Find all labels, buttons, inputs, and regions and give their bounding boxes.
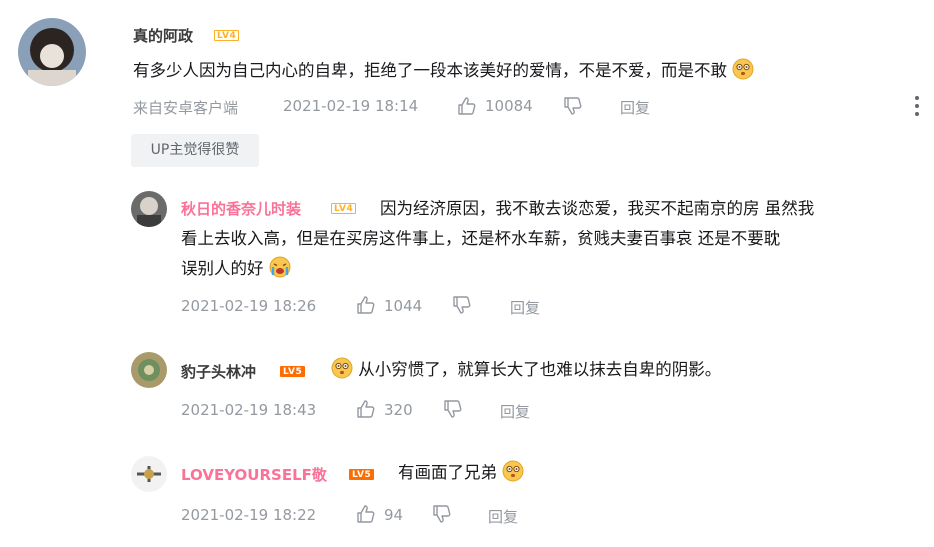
level-badge: LV5 [280, 366, 306, 377]
reply-text: 有画面了兄弟 [398, 458, 524, 487]
avatar-image [131, 191, 167, 227]
reply-time: 2021-02-19 18:26 [181, 297, 317, 315]
avatar[interactable] [131, 191, 167, 227]
thumb-down-icon[interactable] [563, 96, 583, 116]
avatar-image [131, 352, 167, 388]
reply-text-line-1: 因为经济原因，我不敢去谈恋爱，我买不起南京的房 虽然我 [380, 199, 815, 218]
thumb-up-icon[interactable] [356, 504, 376, 524]
reply-text-content: 有画面了兄弟 [398, 463, 497, 482]
username[interactable]: LOVEYOURSELF敬 [181, 464, 327, 485]
reply-text-line-2: 看上去收入高，但是在买房这件事上，还是杯水车薪，贫贱夫妻百事哀 还是不要耽 [181, 229, 781, 248]
reply-text-line-3: 误别人的好 [181, 254, 291, 283]
avatar-image [18, 18, 86, 86]
thumb-down-icon[interactable] [452, 295, 472, 315]
thumb-down-icon[interactable] [443, 399, 463, 419]
reply-time: 2021-02-19 18:43 [181, 401, 317, 419]
like-count: 1044 [384, 297, 423, 315]
emoji-crying-icon [269, 256, 291, 278]
comment-time: 2021-02-19 18:14 [283, 97, 419, 115]
level-badge: LV5 [349, 469, 375, 480]
like-count: 94 [384, 506, 404, 524]
reply-button[interactable]: 回复 [488, 506, 518, 527]
more-icon[interactable] [912, 96, 922, 120]
avatar-image [131, 456, 167, 492]
like-count: 320 [384, 401, 413, 419]
comment-section: 真的阿政 LV4 有多少人因为自己内心的自卑，拒绝了一段本该美好的爱情，不是不爱… [0, 0, 934, 547]
username[interactable]: 真的阿政 [133, 25, 193, 46]
like-count: 10084 [485, 97, 533, 115]
reply-text-content: 从小穷惯了，就算长大了也难以抹去自卑的阴影。 [358, 360, 722, 379]
reply-button[interactable]: 回复 [500, 401, 530, 422]
avatar[interactable] [131, 456, 167, 492]
reply-text: 从小穷惯了，就算长大了也难以抹去自卑的阴影。 [331, 355, 721, 384]
username[interactable]: 豹子头林冲 [181, 361, 256, 382]
level-badge: LV4 [331, 203, 357, 214]
level-badge: LV4 [214, 30, 240, 41]
thumb-up-icon[interactable] [356, 295, 376, 315]
username[interactable]: 秋日的香奈儿时装 [181, 198, 301, 219]
avatar[interactable] [131, 352, 167, 388]
emoji-dazed-icon [732, 58, 754, 80]
thumb-down-icon[interactable] [432, 504, 452, 524]
thumb-up-icon[interactable] [356, 399, 376, 419]
comment-source: 来自安卓客户端 [133, 99, 239, 117]
emoji-dazed-icon [502, 460, 524, 482]
emoji-dazed-icon [331, 357, 353, 379]
up-liked-tag: UP主觉得很赞 [131, 134, 259, 167]
thumb-up-icon[interactable] [457, 96, 477, 116]
reply-text-content: 误别人的好 [181, 259, 264, 278]
reply-button[interactable]: 回复 [620, 97, 650, 118]
reply-button[interactable]: 回复 [510, 297, 540, 318]
reply-time: 2021-02-19 18:22 [181, 506, 317, 524]
comment-text: 有多少人因为自己内心的自卑，拒绝了一段本该美好的爱情，不是不爱，而是不敢 [133, 56, 754, 85]
comment-text-content: 有多少人因为自己内心的自卑，拒绝了一段本该美好的爱情，不是不爱，而是不敢 [133, 61, 727, 80]
avatar[interactable] [18, 18, 86, 86]
